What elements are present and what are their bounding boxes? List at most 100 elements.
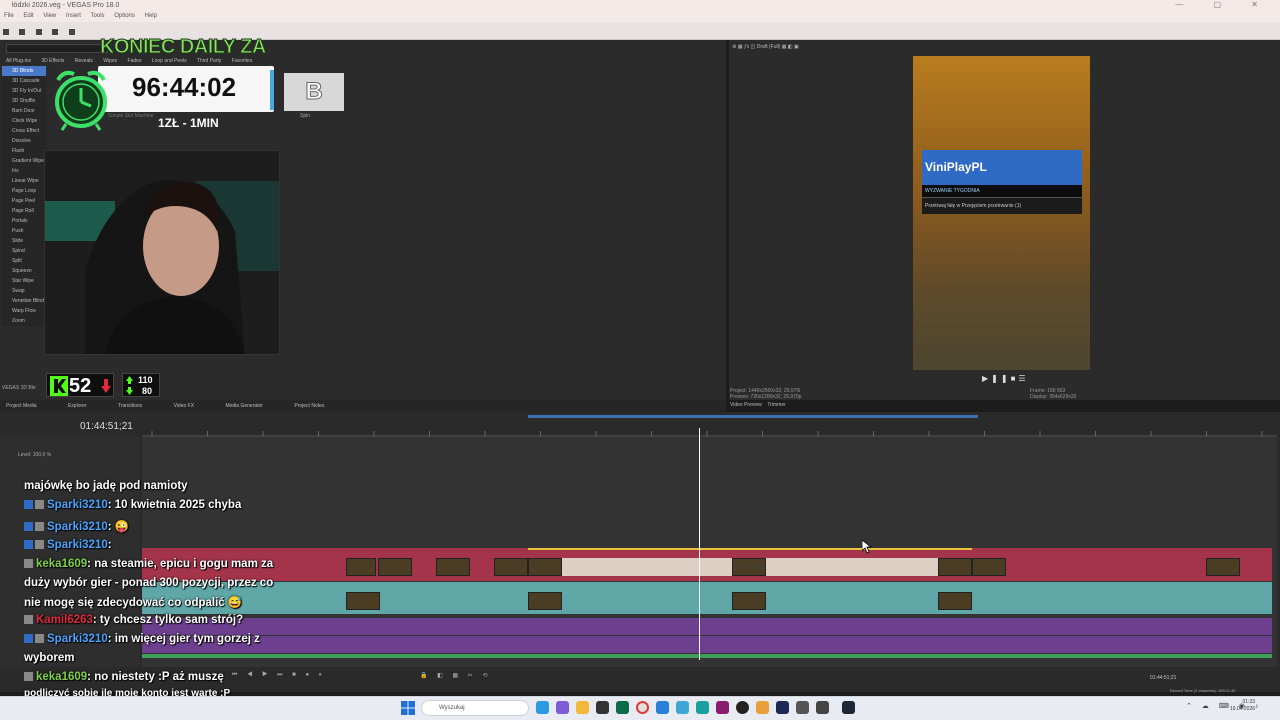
clip[interactable] [972, 558, 1006, 576]
app-icon[interactable] [716, 701, 729, 714]
fx-item[interactable]: Split [2, 256, 46, 266]
photoshop-icon[interactable] [776, 701, 789, 714]
fx-item[interactable]: Page Roll [2, 206, 46, 216]
preview-quality[interactable]: Draft (Full) [757, 44, 781, 50]
tab-project-notes[interactable]: Project Notes [294, 403, 324, 409]
fx-item[interactable]: Dissolve [2, 136, 46, 146]
fx-item[interactable]: Warp Flow [2, 306, 46, 316]
fx-item[interactable]: Squeeze [2, 266, 46, 276]
tab-video-preview[interactable]: Video Preview [730, 402, 762, 408]
fx-item[interactable]: Linear Wipe [2, 176, 46, 186]
taskbar-search[interactable]: Wyszukaj [421, 700, 529, 716]
tab-video-fx[interactable]: Video FX [174, 403, 194, 409]
menu-icon[interactable]: ☰ [1018, 374, 1028, 383]
tab-3d-effects[interactable]: 3D Effects [41, 58, 64, 64]
clip[interactable] [938, 592, 972, 610]
play-icon[interactable]: ▶ [982, 374, 991, 383]
fx-item[interactable]: Swap [2, 286, 46, 296]
menu-insert[interactable]: Insert [66, 13, 81, 19]
fx-item[interactable]: 3D Fly In/Out [2, 86, 46, 96]
tab-project-media[interactable]: Project Media [6, 403, 37, 409]
preview-grid-icon[interactable]: ▦ ◧ ▣ [782, 44, 799, 50]
pause-icon[interactable]: ❚❚ [991, 374, 1010, 383]
fx-item[interactable]: Clock Wipe [2, 116, 46, 126]
fx-item[interactable]: Zoom [2, 316, 46, 326]
clip[interactable] [346, 558, 376, 576]
fx-item[interactable]: Barn Door [2, 106, 46, 116]
explorer-icon[interactable] [576, 701, 589, 714]
fx-item[interactable]: 3D Shuffle [2, 96, 46, 106]
arrow-up-icon [126, 376, 133, 384]
app-icon[interactable] [676, 701, 689, 714]
fx-item[interactable]: Spiral [2, 246, 46, 256]
clip[interactable] [346, 592, 380, 610]
app-icon[interactable] [796, 701, 809, 714]
clip[interactable] [436, 558, 470, 576]
steam-icon[interactable] [842, 701, 855, 714]
fx-item[interactable]: Venetian Blinds [2, 296, 46, 306]
save-icon[interactable] [35, 29, 42, 35]
video-track-1[interactable] [142, 548, 1272, 581]
opera-icon[interactable] [636, 701, 649, 714]
transition-thumbnail[interactable]: B [284, 73, 344, 111]
fx-item[interactable]: Slide [2, 236, 46, 246]
app-icon[interactable] [816, 701, 829, 714]
new-icon[interactable] [3, 29, 9, 35]
clip[interactable] [732, 592, 766, 610]
menu-edit[interactable]: Edit [23, 13, 33, 19]
fx-item[interactable]: Page Loop [2, 186, 46, 196]
window-controls[interactable]: — ▢ ✕ [1175, 0, 1272, 11]
tab-explorer[interactable]: Explorer [68, 403, 87, 409]
tab-transitions[interactable]: Transitions [118, 403, 142, 409]
audio-track-3[interactable] [142, 654, 1272, 658]
fx-item[interactable]: Cross Effect [2, 126, 46, 136]
menu-options[interactable]: Options [114, 13, 135, 19]
teams-icon[interactable] [556, 701, 569, 714]
edge-icon[interactable] [536, 701, 549, 714]
fx-item[interactable]: Star Wipe [2, 276, 46, 286]
taskbar-clock[interactable]: 01:23 19.04.2026 [1230, 699, 1255, 713]
time-ruler[interactable] [142, 425, 1277, 437]
open-icon[interactable] [19, 29, 26, 35]
app-icon[interactable] [756, 701, 769, 714]
tab-trimmer[interactable]: Trimmer [767, 402, 785, 408]
tab-media-generator[interactable]: Media Generator [225, 403, 263, 409]
audio-track-1[interactable] [142, 618, 1272, 635]
tab-all-plugins[interactable]: All Plug-ins [6, 58, 31, 64]
render-icon[interactable] [52, 29, 59, 35]
clip[interactable] [938, 558, 972, 576]
clip[interactable] [1206, 558, 1240, 576]
video-track-2[interactable] [142, 582, 1272, 614]
app-icon[interactable] [656, 701, 669, 714]
app-icon[interactable] [596, 701, 609, 714]
clip[interactable] [528, 558, 562, 576]
fx-item[interactable]: Push [2, 226, 46, 236]
fx-item[interactable]: Iris [2, 166, 46, 176]
search-input[interactable] [6, 44, 108, 53]
settings-icon[interactable] [68, 29, 75, 35]
windows-start-icon[interactable] [400, 700, 416, 716]
timeline-scrollbar[interactable] [528, 415, 978, 418]
fx-item[interactable]: Page Peel [2, 196, 46, 206]
fx-item[interactable]: 3D Blinds [2, 66, 46, 76]
clip[interactable] [528, 592, 562, 610]
app-icon[interactable] [696, 701, 709, 714]
fx-item[interactable]: Flash [2, 146, 46, 156]
clip[interactable] [378, 558, 412, 576]
fx-item[interactable]: Portals [2, 216, 46, 226]
menu-file[interactable]: File [4, 13, 14, 19]
menu-view[interactable]: View [43, 13, 56, 19]
menu-tools[interactable]: Tools [91, 13, 105, 19]
clip[interactable] [494, 558, 528, 576]
playhead[interactable] [699, 428, 700, 660]
audio-track-2[interactable] [142, 636, 1272, 653]
edit-tools[interactable]: 🔒 ◧ ▦ ✂ ⟲ [420, 672, 492, 679]
card-subtitle: WYZWANIE TYGODNIA [922, 185, 1082, 197]
menu-help[interactable]: Help [145, 13, 157, 19]
fx-item[interactable]: Gradient Wipe [2, 156, 46, 166]
app-icon[interactable] [616, 701, 629, 714]
tab-reveals[interactable]: Reveals [75, 58, 93, 64]
preview-settings-icon[interactable]: ⚙ ▦ ƒx ◫ [732, 44, 755, 50]
obs-icon[interactable] [736, 701, 749, 714]
fx-item[interactable]: 3D Cascade [2, 76, 46, 86]
